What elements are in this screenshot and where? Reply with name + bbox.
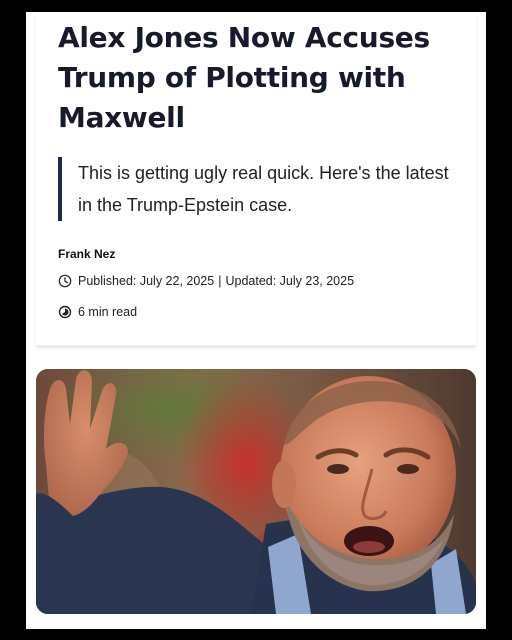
date-separator: | bbox=[218, 274, 222, 288]
updated-date: Updated: July 23, 2025 bbox=[225, 274, 355, 288]
author-name[interactable]: Frank Nez bbox=[58, 247, 115, 261]
published-date: Published: July 22, 2025 bbox=[78, 274, 215, 288]
photo-illustration bbox=[36, 369, 476, 614]
article-headline: Alex Jones Now Accuses Trump of Plotting… bbox=[58, 21, 430, 134]
article-header-card: Alex Jones Now Accuses Trump of Plotting… bbox=[36, 12, 476, 346]
subheadline-accent-bar bbox=[58, 157, 62, 221]
reading-progress-icon bbox=[58, 305, 72, 319]
read-time: 6 min read bbox=[58, 305, 137, 319]
screenshot-frame: Alex Jones Now Accuses Trump of Plotting… bbox=[26, 12, 486, 629]
article-photo[interactable] bbox=[36, 369, 476, 614]
article-subheadline: This is getting ugly real quick. Here's … bbox=[78, 163, 449, 215]
publish-dates: Published: July 22, 2025 | Updated: July… bbox=[58, 274, 354, 288]
read-time-label: 6 min read bbox=[78, 305, 138, 319]
clock-icon bbox=[58, 274, 72, 288]
